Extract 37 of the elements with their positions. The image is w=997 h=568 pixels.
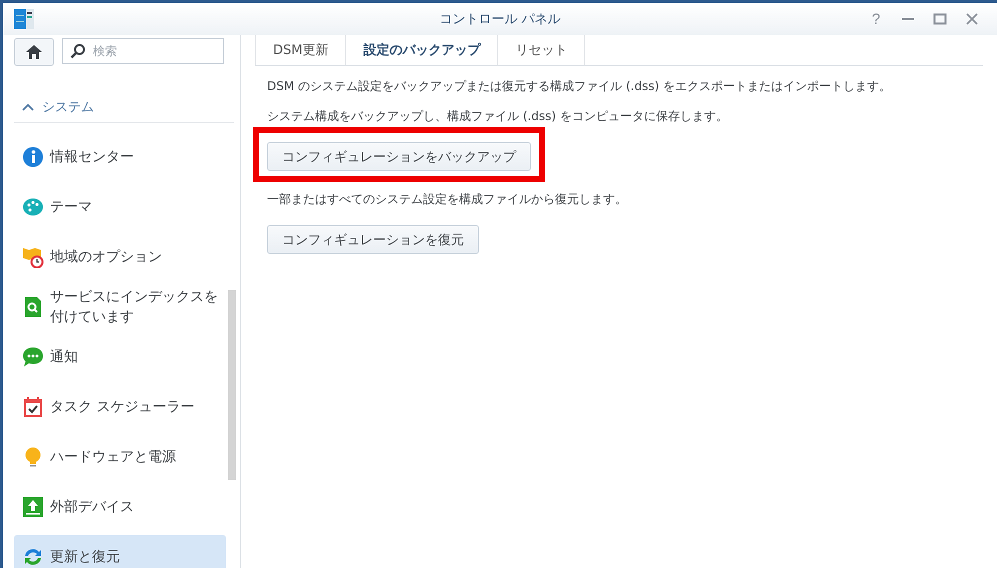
sidebar-item[interactable]: サービスにインデックスを付けています (14, 285, 226, 329)
section-header[interactable]: システム (14, 98, 234, 123)
home-icon (26, 45, 42, 59)
app-icon (13, 7, 35, 31)
chat-bubble-icon (22, 346, 44, 368)
description-text: 一部またはすべてのシステム設定を構成ファイルから復元します。 (267, 191, 627, 208)
window-title: コントロール パネル (439, 11, 561, 28)
info-icon (22, 146, 44, 168)
tab[interactable]: リセット (498, 35, 586, 65)
action-button[interactable]: コンフィギュレーションを復元 (267, 225, 479, 254)
tab[interactable]: DSM更新 (255, 35, 346, 65)
description-text: システム構成をバックアップし、構成ファイル (.dss) をコンピュータに保存します。 (267, 108, 728, 125)
action-button[interactable]: コンフィギュレーションをバックアップ (267, 142, 531, 171)
close-icon (965, 12, 979, 26)
home-button[interactable] (14, 38, 54, 66)
sidebar-item[interactable]: タスク スケジューラー (14, 385, 226, 429)
map-clock-icon (22, 246, 44, 268)
document-search-icon (22, 296, 44, 318)
palette-icon (22, 196, 44, 218)
chevron-icon (22, 103, 34, 111)
upload-icon (22, 496, 44, 518)
sidebar-item[interactable]: 地域のオプション (14, 235, 226, 279)
maximize-icon (933, 12, 947, 26)
scrollbar[interactable] (228, 290, 236, 480)
sidebar-item[interactable]: 情報センター (14, 135, 226, 179)
refresh-icon (22, 546, 44, 568)
sidebar-item[interactable]: 更新と復元 (14, 535, 226, 568)
search-icon (70, 43, 86, 59)
sidebar-item[interactable]: テーマ (14, 185, 226, 229)
search-field[interactable]: 検索 (62, 38, 224, 64)
sidebar-item[interactable]: 外部デバイス (14, 485, 226, 529)
tab[interactable]: 設定のバックアップ (346, 35, 498, 65)
calendar-check-icon (22, 396, 44, 418)
sidebar-item[interactable]: ハードウェアと電源 (14, 435, 226, 479)
sidebar-item[interactable]: 通知 (14, 335, 226, 379)
minimize-icon (902, 18, 914, 20)
description-text: DSM のシステム設定をバックアップまたは復元する構成ファイル (.dss) をエクスポートまたはインポートします。 (267, 78, 891, 95)
